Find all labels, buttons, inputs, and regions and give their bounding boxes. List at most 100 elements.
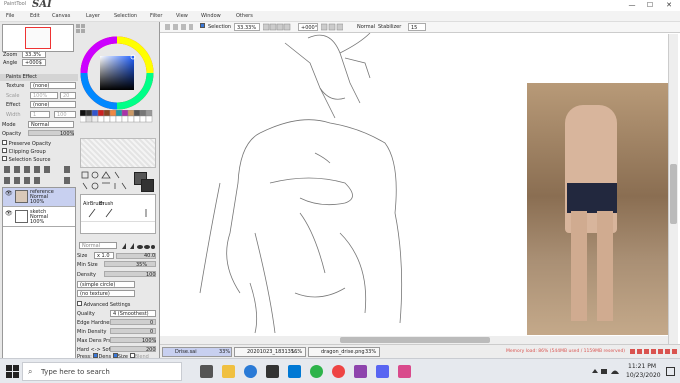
doc-tab-zoom: 33% xyxy=(219,349,231,355)
effect-select[interactable]: (none) xyxy=(30,101,76,108)
brush-texture-select[interactable]: (no texture) xyxy=(77,290,135,297)
brush-slots[interactable] xyxy=(81,221,155,233)
brush-tool-grid[interactable]: AirBrush Brush xyxy=(80,194,156,234)
zoom-field[interactable]: 33.33% xyxy=(234,23,260,31)
edge-icon[interactable] xyxy=(244,365,257,378)
menu-selection[interactable]: Selection xyxy=(114,13,137,19)
menu-layer[interactable]: Layer xyxy=(86,13,100,19)
horizontal-scrollbar[interactable] xyxy=(160,336,668,344)
layer-buttons[interactable] xyxy=(2,165,76,175)
minimize-button[interactable]: — xyxy=(625,1,639,9)
layer-mode-select[interactable]: Normal xyxy=(28,121,74,128)
system-tray-icons[interactable] xyxy=(591,367,621,376)
discord-icon[interactable] xyxy=(376,365,389,378)
doc-tab-drise[interactable]: Drise.sai 33% xyxy=(162,347,232,357)
document-tab-bar: Drise.sai 33% 20201023_183135... 16% dra… xyxy=(160,344,680,358)
fg-bg-color[interactable] xyxy=(134,172,154,192)
strength-field[interactable]: 20 xyxy=(60,92,76,99)
selection-source-label: Selection Source xyxy=(8,157,51,163)
stabilizer-field[interactable]: 15 xyxy=(408,23,426,31)
close-button[interactable]: ✕ xyxy=(662,1,676,9)
angle-label: Angle xyxy=(3,60,18,66)
zoom-buttons[interactable] xyxy=(262,23,291,31)
minsize-value: 35% xyxy=(136,262,148,268)
doc-tab-dragon[interactable]: dragon_drise.png 33% xyxy=(308,347,380,357)
windows-taskbar: ⌕ Type here to search 11:21 PM 10/23/202… xyxy=(0,358,680,383)
menu-window[interactable]: Window xyxy=(201,13,221,19)
left-panel: Zoom 33.3% Angle +000$ Paints Effect Tex… xyxy=(0,22,160,377)
brush-icons[interactable] xyxy=(86,207,156,219)
reference-leg-left xyxy=(571,211,587,321)
menu-file[interactable]: File xyxy=(6,13,14,19)
status-icons xyxy=(630,348,678,356)
rotate-buttons[interactable] xyxy=(320,23,344,31)
advanced-settings-toggle[interactable]: Advanced Settings xyxy=(77,301,130,308)
scratchpad[interactable] xyxy=(80,138,156,168)
layer-row-sketch[interactable]: 👁 sketch Normal 100% xyxy=(3,208,75,227)
quality-select[interactable]: 4 (Smoothest) xyxy=(110,310,156,317)
store-icon[interactable] xyxy=(266,365,279,378)
min-density-value: 0 xyxy=(150,329,154,335)
windows-start-icon[interactable] xyxy=(6,365,19,378)
title-bar: PaintTool SAI — ☐ ✕ xyxy=(0,0,680,11)
layer-row-reference[interactable]: 👁 reference Normal 100% xyxy=(3,188,75,207)
search-placeholder: Type here to search xyxy=(41,368,110,376)
layer-thumbnail xyxy=(15,210,28,223)
rotation-field[interactable]: +000° xyxy=(298,23,318,31)
memory-status: Memory load: 86% (544MB used / 1159MB re… xyxy=(506,349,626,354)
eye-icon[interactable]: 👁 xyxy=(5,190,13,197)
paints-effect-header[interactable]: Paints Effect xyxy=(0,74,78,81)
brush-shape-icons[interactable] xyxy=(120,242,156,250)
preserve-opacity-checkbox[interactable]: Preserve Opacity xyxy=(2,140,51,147)
brush-shape-select[interactable]: (simple circle) xyxy=(77,281,135,288)
size-label: Size xyxy=(77,253,88,259)
minsize-slider[interactable] xyxy=(104,261,156,267)
layer-buttons-2[interactable] xyxy=(2,176,76,186)
selection-source-checkbox[interactable]: Selection Source xyxy=(2,156,50,163)
nav-zoom-field[interactable]: 33.3% xyxy=(22,51,46,58)
maximize-button[interactable]: ☐ xyxy=(643,1,657,9)
doc-tab-name: dragon_drise.png xyxy=(321,349,365,355)
clock-date[interactable]: 10/23/2020 xyxy=(626,372,661,379)
selection-checkbox[interactable] xyxy=(200,23,205,31)
nav-buttons[interactable] xyxy=(76,24,86,34)
width-field[interactable]: 1 xyxy=(30,111,50,118)
reference-shorts xyxy=(567,183,617,213)
clipping-group-checkbox[interactable]: Clipping Group xyxy=(2,148,46,155)
size-multiplier[interactable]: x 1.0 xyxy=(94,252,114,259)
twitch-icon[interactable] xyxy=(354,365,367,378)
clock-time[interactable]: 11:21 PM xyxy=(628,363,656,370)
menu-view[interactable]: View xyxy=(176,13,188,19)
color-wheel[interactable] xyxy=(80,36,154,110)
nav-angle-field[interactable]: +000$ xyxy=(22,59,46,66)
eye-icon[interactable]: 👁 xyxy=(5,210,13,217)
mail-icon[interactable] xyxy=(288,365,301,378)
edge-value: 0 xyxy=(150,320,154,326)
menu-canvas[interactable]: Canvas xyxy=(52,13,70,19)
scale-label: Scale xyxy=(6,93,20,99)
vertical-scrollbar[interactable] xyxy=(668,34,678,344)
task-view-icon[interactable] xyxy=(200,365,213,378)
effect-strength-field[interactable]: 100 xyxy=(54,111,76,118)
search-icon: ⌕ xyxy=(28,367,33,376)
swatch-palette[interactable] xyxy=(79,109,156,138)
canvas-toolbar: Selection 33.33% +000° Normal Stabilizer… xyxy=(160,22,680,33)
menu-others[interactable]: Others xyxy=(236,13,253,19)
menu-filter[interactable]: Filter xyxy=(150,13,162,19)
notification-icon[interactable] xyxy=(666,367,675,376)
app-name: SAI xyxy=(32,0,52,10)
navigator-preview[interactable] xyxy=(2,24,74,52)
scale-field[interactable]: 100% xyxy=(30,92,58,99)
file-explorer-icon[interactable] xyxy=(222,365,235,378)
taskbar-search-box[interactable]: ⌕ Type here to search xyxy=(22,362,182,381)
app-green-icon[interactable] xyxy=(310,365,323,378)
tool-icons[interactable] xyxy=(80,170,130,192)
canvas-area[interactable] xyxy=(160,32,680,344)
chrome-icon[interactable] xyxy=(332,365,345,378)
brush-mode[interactable]: Normal xyxy=(79,242,117,249)
texture-select[interactable]: (none) xyxy=(30,82,76,89)
doc-tab-photo[interactable]: 20201023_183135... 16% xyxy=(234,347,306,357)
menu-edit[interactable]: Edit xyxy=(30,13,40,19)
app-pink-icon[interactable] xyxy=(398,365,411,378)
blend-mode[interactable]: Normal xyxy=(357,23,375,31)
